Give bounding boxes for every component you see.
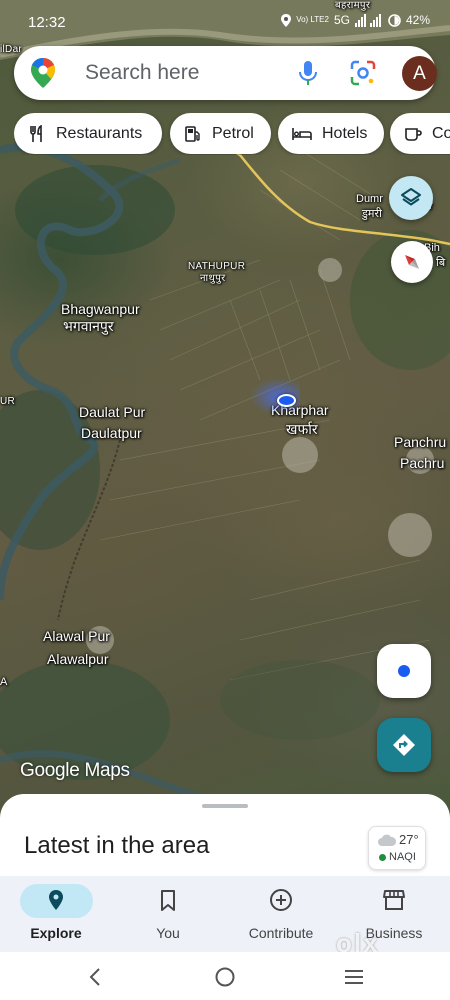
google-lens-icon[interactable] (350, 60, 376, 86)
location-pin-icon (49, 890, 63, 910)
network-5g: 5G (333, 13, 350, 27)
storefront-icon (383, 890, 405, 910)
chip-restaurants[interactable]: Restaurants (14, 113, 162, 154)
back-chevron-icon[interactable] (83, 964, 109, 990)
chip-coffee[interactable]: Co (390, 113, 450, 154)
layers-button[interactable] (389, 176, 433, 220)
system-navigation-bar (0, 952, 450, 1000)
account-avatar[interactable]: A (402, 56, 437, 91)
map-label-nathupur: NATHUPUR (188, 261, 246, 272)
map-label-panchru: Panchru (394, 434, 447, 450)
sheet-title: Latest in the area (24, 832, 210, 859)
map-label-dumri: Dumr (356, 193, 383, 205)
nav-contribute-label: Contribute (248, 925, 314, 941)
chip-hotels-label: Hotels (322, 124, 368, 142)
nav-explore-label: Explore (30, 925, 82, 941)
layers-icon (401, 188, 421, 206)
map-label-pachru: Pachru (400, 455, 445, 471)
compass-button[interactable] (391, 241, 433, 283)
status-time: 12:32 (28, 14, 66, 31)
signal-icon (354, 13, 381, 27)
weather-card[interactable]: 27° NAQI (368, 826, 426, 870)
map-label-daulatpur-alt: Daulatpur (81, 425, 142, 441)
chip-petrol-label: Petrol (212, 124, 254, 142)
map-label-bihar-hindi: बि (436, 257, 446, 269)
nav-explore[interactable]: Explore (0, 876, 112, 952)
status-bar: 12:32 Vo) LTE2 5G 42% (0, 0, 450, 44)
aqi-status-dot (379, 854, 386, 861)
map-label-daulatpur: Daulat Pur (79, 404, 146, 420)
battery-saver-icon (388, 13, 401, 27)
bookmark-icon (161, 890, 175, 911)
battery-percent: 42% (405, 13, 430, 27)
fuel-pump-icon (185, 125, 200, 142)
add-circle-icon (270, 889, 292, 911)
nav-contribute[interactable]: Contribute (225, 876, 337, 952)
network-type: Vo) LTE2 (296, 15, 329, 24)
chip-restaurants-label: Restaurants (56, 124, 143, 142)
sheet-drag-handle[interactable] (202, 804, 248, 808)
weather-temperature: 27° (399, 832, 419, 847)
bed-icon (292, 127, 312, 140)
directions-icon (393, 734, 415, 756)
map-label-alawalpur: Alawal Pur (43, 628, 110, 644)
map-label-nathupur-hindi: नाथुपुर (200, 273, 226, 284)
current-location-dot[interactable] (277, 394, 296, 407)
directions-button[interactable] (377, 718, 431, 772)
my-location-button[interactable] (377, 644, 431, 698)
map-label-ur: UR (0, 396, 16, 407)
fork-knife-icon (30, 124, 42, 142)
map-label-bhagwanpur: Bhagwanpur (61, 301, 140, 317)
coffee-cup-icon (405, 127, 422, 141)
compass-icon (405, 255, 419, 269)
chip-coffee-label: Co (432, 124, 450, 142)
nav-you[interactable]: You (112, 876, 224, 952)
map-label-a: A (0, 676, 8, 688)
location-status-icon (281, 13, 292, 27)
category-chips: Restaurants Petrol Hotels Co (14, 113, 450, 155)
map-label-ildar: ilDar (0, 44, 23, 55)
google-maps-watermark: Google Maps (20, 760, 130, 781)
bottom-navigation: Explore You Contribute Business (0, 876, 450, 952)
recents-menu-icon[interactable] (341, 964, 367, 990)
map-label-bhagwanpur-hindi: भगवानपुर (63, 318, 114, 334)
search-input[interactable]: Search here (85, 61, 199, 85)
microphone-icon[interactable] (296, 60, 320, 86)
my-location-icon (398, 665, 410, 677)
map-label-dumri-hindi: डुमरी (362, 208, 382, 220)
cloud-icon (378, 834, 397, 846)
search-bar[interactable]: Search here A (14, 46, 437, 100)
map-label-kharphar-hindi: खर्फार (286, 421, 318, 437)
aqi-label: NAQI (389, 851, 416, 863)
home-circle-icon[interactable] (212, 964, 238, 990)
chip-petrol[interactable]: Petrol (170, 113, 271, 154)
status-icons: Vo) LTE2 5G 42% (281, 13, 430, 27)
google-maps-logo-icon (31, 58, 55, 88)
chip-hotels[interactable]: Hotels (278, 113, 384, 154)
map-label-alawalpur-alt: Alawalpur (47, 651, 109, 667)
nav-you-label: You (156, 925, 180, 941)
